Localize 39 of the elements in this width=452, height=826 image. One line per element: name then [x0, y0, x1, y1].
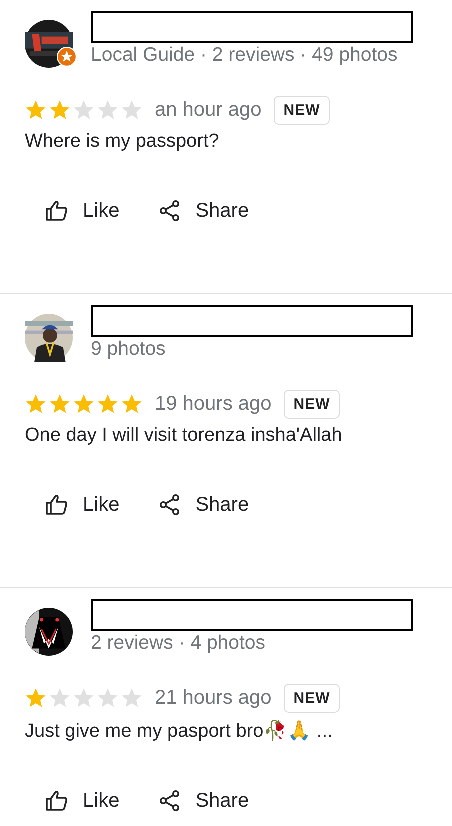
- star-icon: [97, 687, 119, 709]
- star-icon: [121, 99, 143, 121]
- review-time: 19 hours ago: [155, 392, 272, 416]
- star-icon: [49, 687, 71, 709]
- new-badge: NEW: [274, 96, 330, 124]
- star-icon: [97, 393, 119, 415]
- review-time: 21 hours ago: [155, 686, 272, 710]
- star-icon: [25, 687, 47, 709]
- reviewer-stats: 9 photos: [91, 338, 167, 361]
- star-icon: [49, 99, 71, 121]
- review-time: an hour ago: [155, 98, 262, 122]
- thumbs-up-icon: [45, 199, 69, 223]
- reviewer-stats: 2 reviews · 4 photos: [91, 632, 267, 655]
- star-icon: [25, 393, 47, 415]
- like-button[interactable]: Like: [41, 489, 124, 521]
- star-icon: [25, 99, 47, 121]
- new-badge: NEW: [284, 684, 340, 712]
- share-button[interactable]: Share: [154, 785, 254, 817]
- share-button[interactable]: Share: [154, 195, 254, 227]
- review-text: One day I will visit torenza insha'Allah: [25, 425, 344, 447]
- new-badge: NEW: [284, 390, 340, 418]
- share-button[interactable]: Share: [154, 489, 254, 521]
- star-icon: [73, 687, 95, 709]
- star-icon: [97, 99, 119, 121]
- thumbs-up-icon: [45, 789, 69, 813]
- reviewer-stats: Local Guide · 2 reviews · 49 photos: [91, 44, 399, 67]
- review-text: Where is my passport?: [25, 131, 220, 153]
- like-button[interactable]: Like: [41, 195, 124, 227]
- review-text: Just give me my pasport bro🥀🙏 ...: [25, 719, 334, 743]
- star-icon: [121, 393, 143, 415]
- share-icon: [158, 493, 182, 517]
- share-icon: [158, 789, 182, 813]
- share-icon: [158, 199, 182, 223]
- like-button[interactable]: Like: [41, 785, 124, 817]
- star-icon: [49, 393, 71, 415]
- star-icon: [73, 99, 95, 121]
- thumbs-up-icon: [45, 493, 69, 517]
- star-icon: [73, 393, 95, 415]
- star-icon: [121, 687, 143, 709]
